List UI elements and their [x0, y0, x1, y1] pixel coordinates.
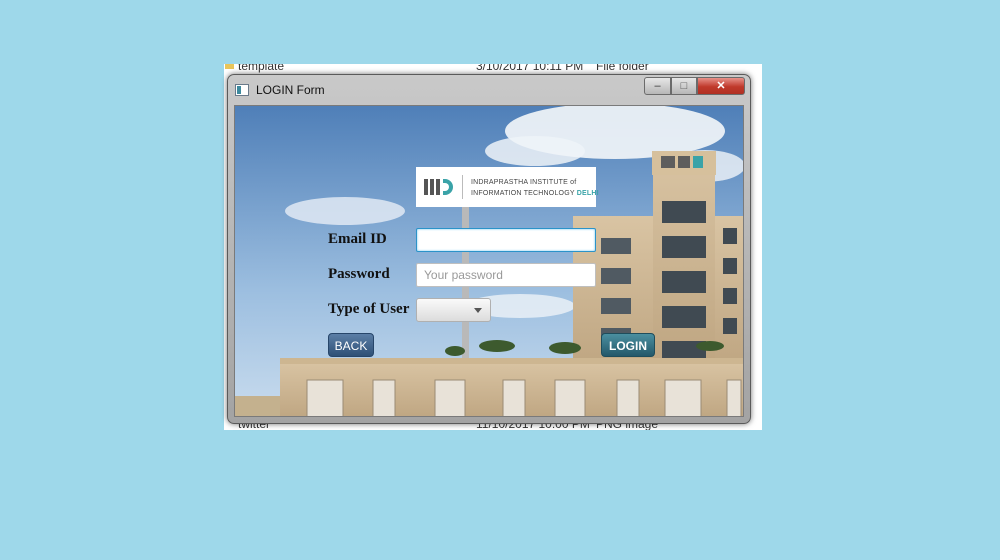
background-file-row: template 3/10/2017 10:11 PM File folder — [224, 64, 762, 73]
maximize-button[interactable]: □ — [671, 77, 697, 95]
logo-text: INDRAPRASTHA INSTITUTE of INFORMATION TE… — [471, 177, 599, 199]
iiitd-logo-mark — [424, 179, 455, 197]
window-titlebar[interactable]: LOGIN Form – □ ✕ — [228, 75, 750, 105]
email-input[interactable] — [416, 228, 596, 252]
back-button[interactable]: BACK — [328, 333, 374, 357]
login-button[interactable]: LOGIN — [601, 333, 655, 357]
campus-background-image — [235, 106, 743, 416]
password-input[interactable]: Your password — [416, 263, 596, 287]
login-window: LOGIN Form – □ ✕ INDRAPRASTHA INSTITUTE … — [227, 74, 751, 424]
folder-icon — [225, 64, 234, 69]
chevron-down-icon — [474, 308, 482, 313]
window-title: LOGIN Form — [256, 83, 325, 97]
minimize-button[interactable]: – — [644, 77, 671, 95]
iiitd-logo: INDRAPRASTHA INSTITUTE of INFORMATION TE… — [416, 167, 599, 207]
form-content: INDRAPRASTHA INSTITUTE of INFORMATION TE… — [234, 105, 744, 417]
logo-line-2: INFORMATION TECHNOLOGY — [471, 190, 575, 197]
app-icon — [235, 84, 249, 96]
logo-line-1: INDRAPRASTHA INSTITUTE of — [471, 179, 577, 186]
password-label: Password — [328, 266, 390, 282]
user-type-label: Type of User — [328, 301, 410, 317]
user-type-select[interactable] — [416, 298, 491, 322]
close-button[interactable]: ✕ — [697, 77, 745, 95]
email-label: Email ID — [328, 231, 387, 247]
logo-line-2-accent: DELHI — [576, 190, 599, 197]
